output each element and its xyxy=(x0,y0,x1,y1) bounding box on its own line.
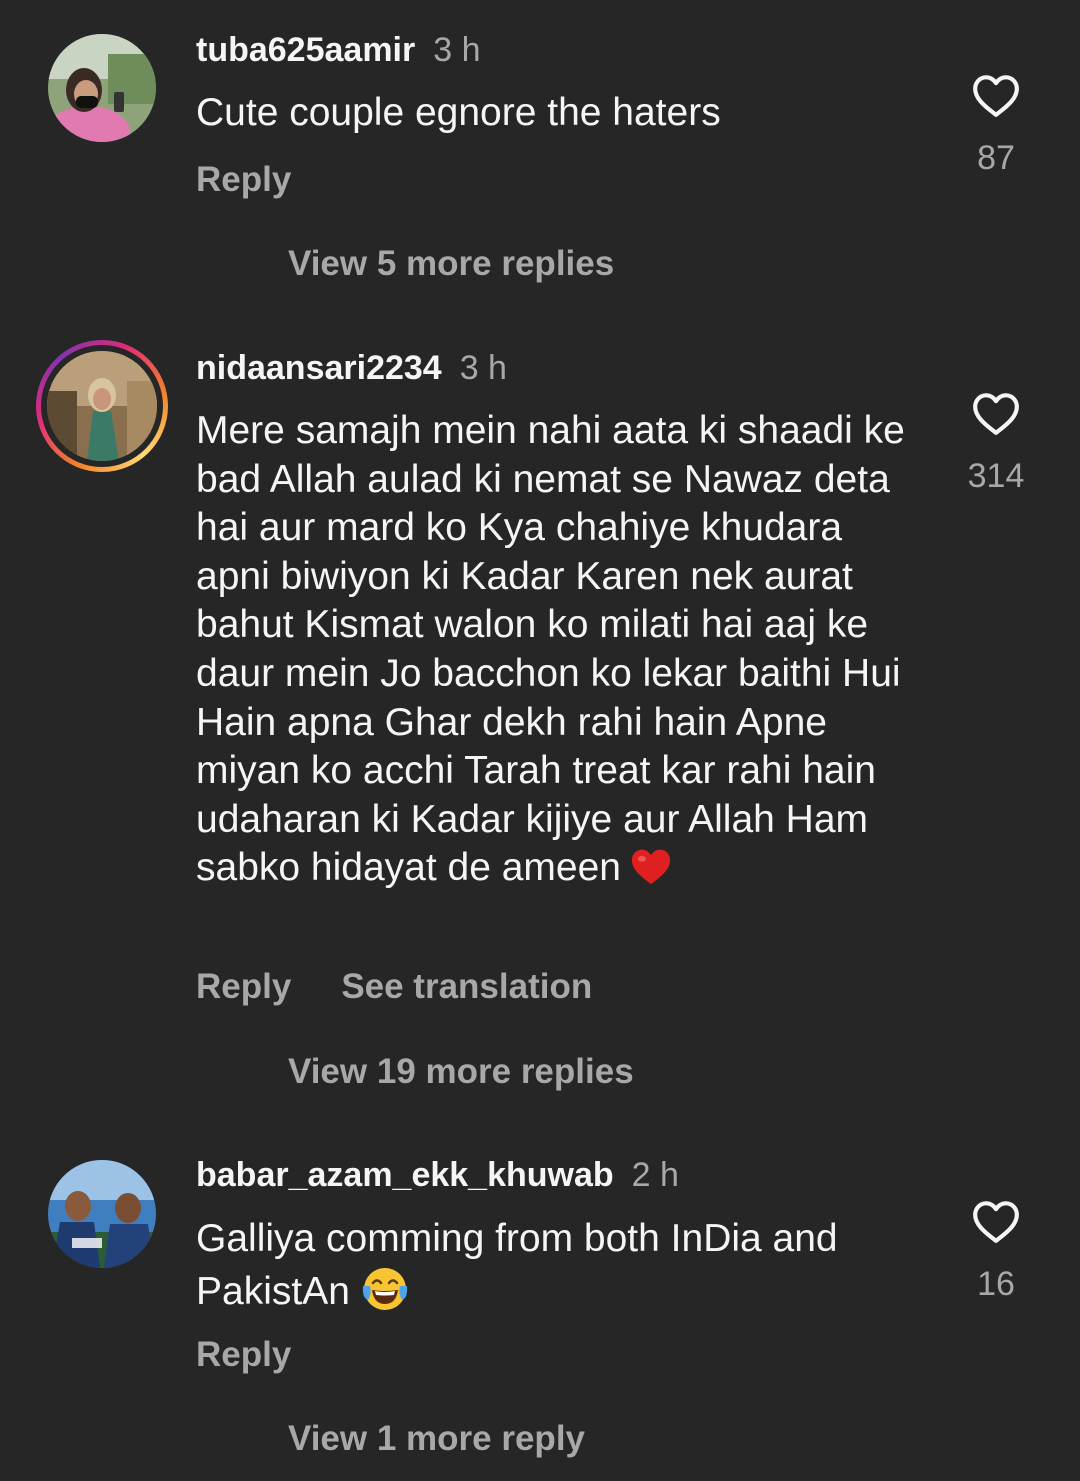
like-count: 314 xyxy=(967,457,1025,495)
like-count: 16 xyxy=(977,1265,1015,1303)
comment-actions: Reply xyxy=(196,160,291,200)
like-button[interactable]: 87 xyxy=(956,72,1036,178)
comment-text: Galliya comming from both InDia and Paki… xyxy=(196,1215,916,1316)
avatar[interactable] xyxy=(48,34,156,142)
avatar-image xyxy=(48,1160,156,1268)
avatar[interactable] xyxy=(48,1160,156,1268)
comment-actions: Reply See translation xyxy=(196,967,592,1007)
avatar-image xyxy=(48,34,156,142)
comment-actions: Reply xyxy=(196,1335,291,1375)
comment-body: Mere samajh mein nahi aata ki shaadi ke … xyxy=(196,409,905,890)
avatar-story-ring[interactable] xyxy=(36,340,168,472)
heart-outline-icon[interactable] xyxy=(971,390,1021,436)
like-count: 87 xyxy=(977,139,1015,177)
username[interactable]: nidaansari2234 xyxy=(196,349,442,387)
comment-meta: babar_azam_ekk_khuwab 2 h xyxy=(196,1155,679,1195)
reply-button[interactable]: Reply xyxy=(196,1335,291,1374)
reply-button[interactable]: Reply xyxy=(196,967,291,1006)
like-button[interactable]: 314 xyxy=(956,390,1036,496)
heart-outline-icon[interactable] xyxy=(971,1198,1021,1244)
heart-outline-icon[interactable] xyxy=(971,72,1021,118)
avatar-image xyxy=(47,351,157,461)
timestamp: 2 h xyxy=(631,1156,679,1194)
face-with-tears-of-joy-icon xyxy=(362,1267,408,1310)
view-more-replies-button[interactable]: View 5 more replies xyxy=(288,244,614,284)
timestamp: 3 h xyxy=(433,31,481,69)
username[interactable]: tuba625aamir xyxy=(196,31,415,69)
red-heart-emoji-icon xyxy=(631,849,671,885)
reply-button[interactable]: Reply xyxy=(196,160,291,199)
comment-body: Cute couple egnore the haters xyxy=(196,91,721,134)
view-more-replies-button[interactable]: View 1 more reply xyxy=(288,1419,585,1459)
comment-meta: tuba625aamir 3 h xyxy=(196,30,481,70)
comment-text: Cute couple egnore the haters xyxy=(196,89,916,138)
see-translation-button[interactable]: See translation xyxy=(341,967,592,1006)
timestamp: 3 h xyxy=(459,349,507,387)
username[interactable]: babar_azam_ekk_khuwab xyxy=(196,1156,614,1194)
comment-body: Galliya comming from both InDia and Paki… xyxy=(196,1217,838,1313)
like-button[interactable]: 16 xyxy=(956,1198,1036,1304)
comment-text: Mere samajh mein nahi aata ki shaadi ke … xyxy=(196,407,916,893)
view-more-replies-button[interactable]: View 19 more replies xyxy=(288,1052,634,1092)
comment-meta: nidaansari2234 3 h xyxy=(196,348,507,388)
